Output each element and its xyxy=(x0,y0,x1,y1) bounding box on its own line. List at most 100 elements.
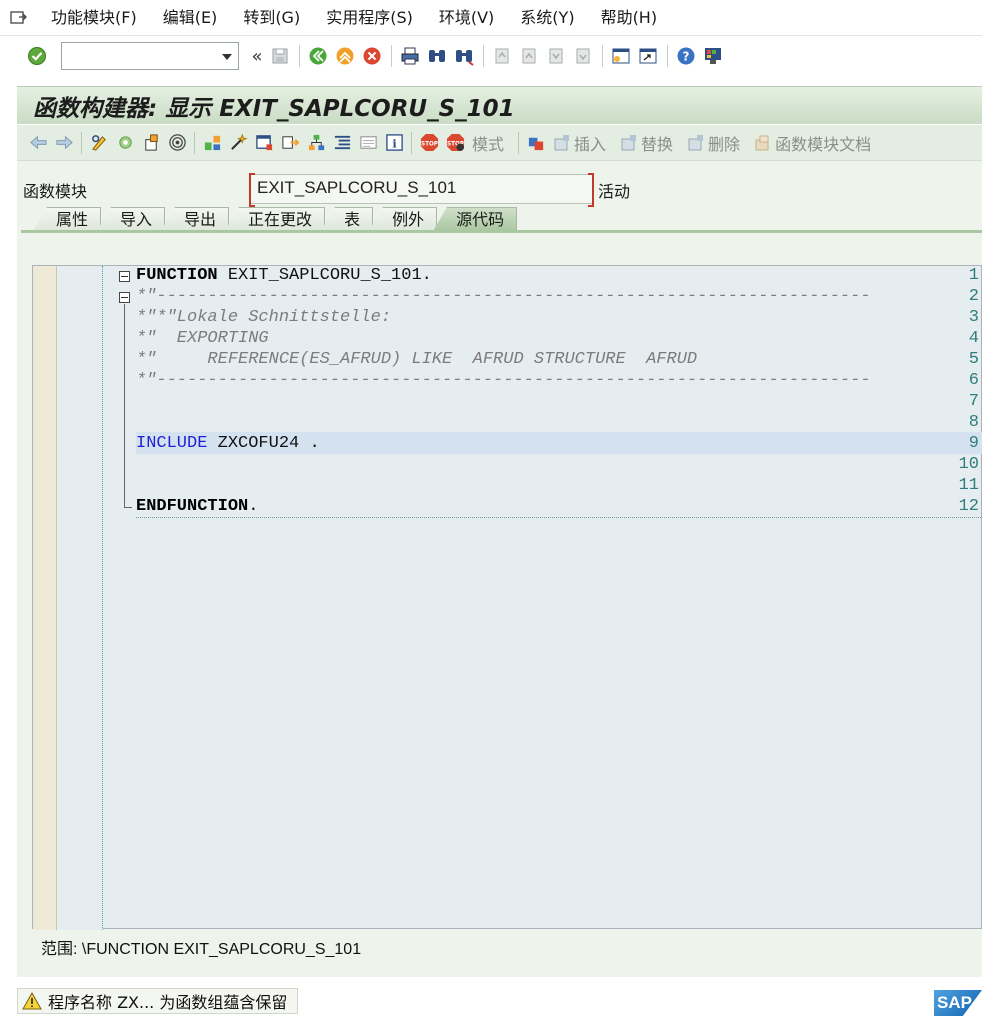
customize-layout-icon[interactable] xyxy=(700,43,726,69)
magic-wand-icon[interactable] xyxy=(225,130,251,156)
toolbar-separator xyxy=(483,45,484,67)
back-icon[interactable] xyxy=(305,43,331,69)
field-bracket-left xyxy=(249,173,255,207)
where-used-icon[interactable] xyxy=(164,130,190,156)
enhance-icon[interactable] xyxy=(277,130,303,156)
enter-check-icon[interactable] xyxy=(24,43,50,69)
svg-text:i: i xyxy=(392,136,397,150)
menu-system[interactable]: 系统(Y) xyxy=(507,0,587,36)
object-list-icon[interactable] xyxy=(199,130,225,156)
tab-import[interactable]: 导入 xyxy=(97,207,166,231)
find-icon[interactable] xyxy=(424,43,450,69)
print-icon[interactable] xyxy=(397,43,423,69)
code-line-3: *"*"Lokale Schnittstelle: xyxy=(136,308,392,327)
line-number: 3 xyxy=(968,308,979,327)
arrow-left-icon[interactable] xyxy=(25,130,51,156)
other-object-icon[interactable] xyxy=(138,130,164,156)
comment-fold-guide xyxy=(124,304,125,376)
replace-label: 替换 xyxy=(641,134,674,154)
menu-help[interactable]: 帮助(H) xyxy=(588,0,671,36)
previous-page-icon[interactable] xyxy=(516,43,542,69)
function-module-label: 函数模块 xyxy=(23,182,88,201)
breakpoint-gutter[interactable] xyxy=(33,266,57,930)
standard-toolbar: « ? xyxy=(0,36,982,76)
help-icon[interactable]: ? xyxy=(673,43,699,69)
tab-strip: 属性 导入 导出 正在更改 表 例外 源代码 xyxy=(33,207,518,231)
collapse-chevron-icon[interactable]: « xyxy=(247,46,267,67)
toolbar-separator xyxy=(411,131,412,154)
delete-button[interactable]: 删除 xyxy=(687,131,740,155)
display-change-icon[interactable] xyxy=(86,130,112,156)
navigation-window-icon[interactable] xyxy=(251,130,277,156)
svg-text:?: ? xyxy=(683,50,690,64)
menu-goto[interactable]: 转到(G) xyxy=(230,0,313,36)
line-number: 9 xyxy=(968,434,979,453)
line-number: 12 xyxy=(958,497,979,516)
shortcut-icon[interactable] xyxy=(635,43,661,69)
find-next-icon[interactable] xyxy=(451,43,477,69)
code-text: ZXCOFU24 . xyxy=(207,434,320,453)
code-line-5: *" REFERENCE(ES_AFRUD) LIKE AFRUD STRUCT… xyxy=(136,350,698,369)
fm-documentation-button[interactable]: 函数模块文档 xyxy=(754,131,871,155)
info-icon[interactable]: i xyxy=(381,130,407,156)
pretty-printer-icon[interactable] xyxy=(329,130,355,156)
chevron-down-icon[interactable] xyxy=(222,54,232,60)
function-module-value: EXIT_SAPLCORU_S_101 xyxy=(257,178,457,197)
menu-function-module[interactable]: 功能模块(F) xyxy=(38,0,150,36)
copy-objects-icon[interactable] xyxy=(523,130,549,156)
warning-icon xyxy=(22,992,42,1010)
sap-logo: SAP xyxy=(934,990,982,1016)
function-module-status: 活动 xyxy=(598,182,631,201)
tab-changing[interactable]: 正在更改 xyxy=(225,207,326,231)
line-number: 6 xyxy=(968,371,979,390)
first-page-icon[interactable] xyxy=(489,43,515,69)
window-icon[interactable] xyxy=(355,130,381,156)
toolbar-separator xyxy=(81,131,82,154)
save-icon[interactable] xyxy=(267,43,293,69)
next-page-icon[interactable] xyxy=(543,43,569,69)
menu-environment[interactable]: 环境(V) xyxy=(426,0,507,36)
fold-toggle-icon[interactable] xyxy=(119,292,130,303)
line-number: 10 xyxy=(958,455,979,474)
exit-icon[interactable] xyxy=(332,43,358,69)
tab-underline xyxy=(21,230,982,233)
title-bar: 函数构建器: 显示 EXIT_SAPLCORU_S_101 xyxy=(17,86,982,124)
status-message-text: 程序名称 ZX... 为函数组蕴含保留 xyxy=(48,993,288,1012)
tab-export[interactable]: 导出 xyxy=(161,207,230,231)
menu-utilities[interactable]: 实用程序(S) xyxy=(313,0,426,36)
replace-button[interactable]: 替换 xyxy=(620,131,673,155)
code-editor[interactable]: 1 2 3 4 5 6 7 8 9 10 11 12 FUNCTION EXIT… xyxy=(32,265,982,930)
menu-launcher-icon[interactable] xyxy=(0,0,38,36)
fold-toggle-icon[interactable] xyxy=(119,271,130,282)
insert-button[interactable]: 插入 xyxy=(553,131,606,155)
pattern-button[interactable]: 模式 xyxy=(472,131,504,155)
menu-edit[interactable]: 编辑(E) xyxy=(150,0,231,36)
new-session-icon[interactable] xyxy=(608,43,634,69)
keyword: ENDFUNCTION xyxy=(136,497,249,516)
code-text: EXIT_SAPLCORU_S_101. xyxy=(217,266,432,285)
status-message[interactable]: 程序名称 ZX... 为函数组蕴含保留 xyxy=(17,988,299,1014)
page-title: 函数构建器: 显示 EXIT_SAPLCORU_S_101 xyxy=(33,95,515,122)
tab-tables[interactable]: 表 xyxy=(321,207,374,231)
function-fold-guide xyxy=(124,376,125,502)
tab-attributes[interactable]: 属性 xyxy=(33,207,102,231)
function-module-field[interactable]: EXIT_SAPLCORU_S_101 xyxy=(249,173,594,207)
code-line-2: *"--------------------------------------… xyxy=(136,287,871,306)
active-inactive-icon[interactable] xyxy=(112,130,138,156)
hierarchy-icon[interactable] xyxy=(303,130,329,156)
insert-label: 插入 xyxy=(574,134,607,154)
line-number: 4 xyxy=(968,329,979,348)
keyword: FUNCTION xyxy=(136,266,218,285)
tab-source-code[interactable]: 源代码 xyxy=(433,207,518,231)
command-field[interactable] xyxy=(61,42,239,70)
session-breakpoint-icon[interactable]: STOP xyxy=(442,130,468,156)
cancel-icon[interactable] xyxy=(359,43,385,69)
last-page-icon[interactable] xyxy=(570,43,596,69)
arrow-right-icon[interactable] xyxy=(51,130,77,156)
tab-exceptions[interactable]: 例外 xyxy=(369,207,438,231)
code-line-1: FUNCTION EXIT_SAPLCORU_S_101. xyxy=(136,266,432,285)
end-underline xyxy=(136,517,982,518)
line-number: 5 xyxy=(968,350,979,369)
toolbar-separator xyxy=(518,131,520,154)
stop-breakpoint-icon[interactable]: STOP xyxy=(416,130,442,156)
